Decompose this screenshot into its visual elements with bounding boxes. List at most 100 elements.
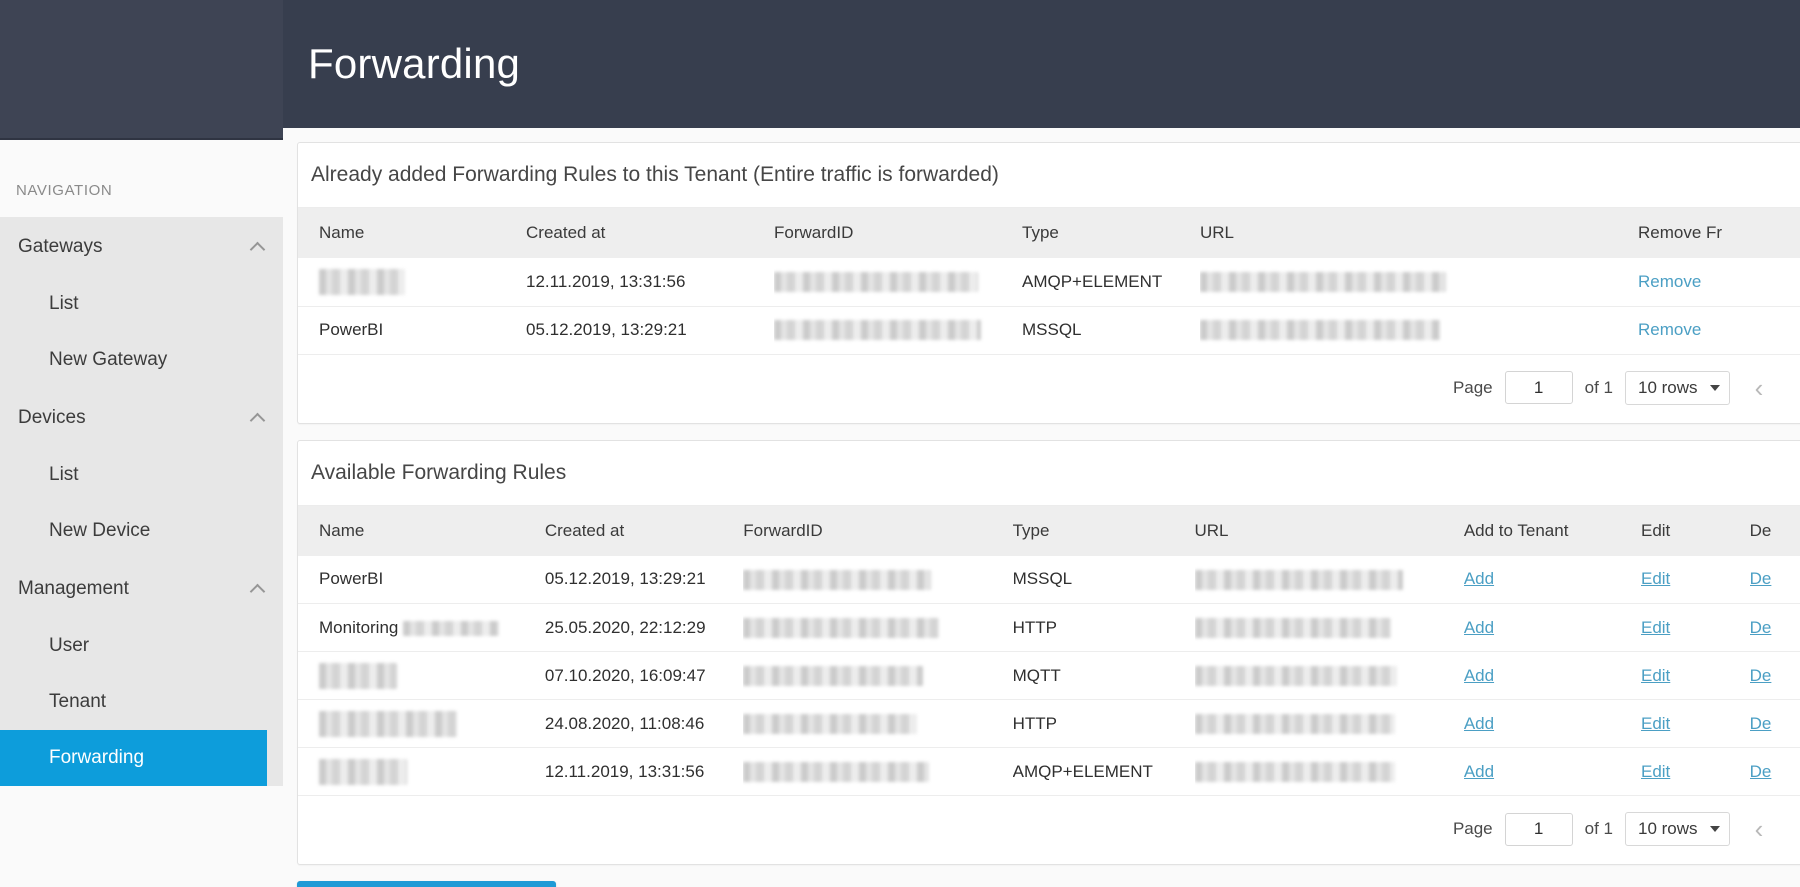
page-label: Page: [1452, 377, 1493, 397]
cell-forward-id: [743, 555, 1013, 604]
sidebar-item-label: User: [49, 635, 90, 656]
chevron-right-icon[interactable]: ›: [1788, 812, 1800, 846]
delete-link[interactable]: De: [1750, 618, 1772, 637]
add-link[interactable]: Add: [1464, 714, 1494, 733]
delete-link[interactable]: De: [1750, 569, 1772, 588]
column-header-type: Type: [1012, 520, 1050, 540]
delete-link[interactable]: De: [1750, 714, 1772, 733]
cell-add: Add: [1463, 603, 1641, 652]
sidebar-brand-panel: [0, 0, 283, 140]
sidebar-group-label: Gateways: [18, 235, 103, 257]
cell-type: MQTT: [1012, 651, 1195, 700]
chevron-up-icon: [251, 240, 265, 254]
sidebar-item-label: List: [49, 464, 79, 485]
sidebar-group-management[interactable]: Management: [0, 559, 283, 618]
available-rules-pagination: Page of 1 10 rows ‹ ›: [298, 796, 1800, 864]
edit-link[interactable]: Edit: [1641, 618, 1670, 637]
remove-link[interactable]: Remove: [1638, 320, 1701, 339]
cell-add: Add: [1463, 555, 1641, 604]
add-link[interactable]: Add: [1464, 618, 1494, 637]
chevron-up-icon: [251, 582, 265, 596]
cell-created-at: 07.10.2020, 16:09:47: [544, 651, 744, 700]
available-rules-table: Name Created at ForwardID Type URL Add t…: [298, 505, 1800, 796]
redacted-name: [319, 268, 405, 295]
sidebar-item-forwarding[interactable]: Forwarding: [0, 730, 267, 786]
sidebar-item-new-gateway[interactable]: New Gateway: [0, 332, 283, 388]
page-total-label: of 1: [1584, 819, 1613, 838]
delete-link[interactable]: De: [1750, 762, 1772, 781]
redacted-forward-id: [743, 617, 940, 638]
sidebar-filler: [0, 786, 283, 887]
cell-url: [1194, 747, 1464, 796]
cell-name: [298, 747, 545, 796]
cell-name: [298, 258, 526, 307]
rows-per-page-select[interactable]: 10 rows: [1625, 812, 1730, 846]
rows-per-page-value: 10 rows: [1638, 377, 1698, 397]
cell-type: MSSQL: [1022, 306, 1200, 355]
chevron-left-icon[interactable]: ‹: [1742, 812, 1776, 846]
sidebar-item-gateways-list[interactable]: List: [0, 276, 283, 332]
remove-link[interactable]: Remove: [1638, 272, 1701, 291]
redacted-name: [319, 710, 457, 737]
sidebar-item-new-device[interactable]: New Device: [0, 503, 283, 559]
available-rules-card: Available Forwarding Rules Name Created …: [297, 439, 1800, 865]
sidebar-nav: Gateways List New Gateway Devices List N…: [0, 217, 283, 786]
edit-link[interactable]: Edit: [1641, 714, 1670, 733]
redacted-name-suffix: [403, 620, 500, 636]
column-header-edit: Edit: [1640, 520, 1671, 540]
chevron-left-icon[interactable]: ‹: [1742, 371, 1776, 405]
sidebar-group-devices[interactable]: Devices: [0, 388, 283, 447]
cell-delete: De: [1749, 603, 1800, 652]
cell-forward-id: [743, 603, 1013, 652]
cell-forward-id: [774, 258, 1022, 307]
redacted-forward-id: [743, 569, 932, 590]
available-rules-title: Available Forwarding Rules: [298, 441, 1800, 506]
cell-forward-id: [743, 747, 1013, 796]
redacted-name: [319, 662, 397, 689]
edit-link[interactable]: Edit: [1641, 569, 1670, 588]
redacted-url: [1200, 320, 1440, 341]
edit-link[interactable]: Edit: [1641, 666, 1670, 685]
column-header-remove: Remove Fr: [1638, 223, 1723, 242]
cell-created-at: 25.05.2020, 22:12:29: [544, 603, 744, 652]
sidebar-item-label: New Gateway: [49, 349, 168, 370]
cell-url: [1194, 555, 1464, 604]
page-number-input[interactable]: [1504, 371, 1573, 404]
cell-edit: Edit: [1640, 555, 1750, 604]
cell-created-at: 24.08.2020, 11:08:46: [544, 699, 744, 748]
sidebar-item-tenant[interactable]: Tenant: [0, 674, 283, 730]
cell-forward-id: [774, 306, 1022, 355]
rows-per-page-select[interactable]: 10 rows: [1625, 370, 1730, 405]
cell-forward-id: [743, 651, 1013, 700]
redacted-forward-id: [743, 761, 930, 782]
column-header-name: Name: [319, 223, 365, 242]
column-header-created-at: Created at: [526, 223, 606, 242]
page-title: Forwarding: [308, 40, 521, 87]
redacted-name: [319, 758, 407, 785]
cell-name: PowerBI: [298, 555, 545, 604]
delete-link[interactable]: De: [1750, 666, 1772, 685]
sidebar-item-user[interactable]: User: [0, 618, 283, 674]
add-link[interactable]: Add: [1464, 666, 1494, 685]
page-number-input[interactable]: [1504, 812, 1573, 846]
add-new-forward-rule-button[interactable]: + ADD NEW FORWARD RULE: [297, 881, 556, 887]
table-row: Monitoring 25.05.2020, 22:12:29 HTTP Add…: [298, 603, 1800, 652]
redacted-url: [1194, 665, 1397, 686]
chevron-right-icon[interactable]: ›: [1788, 371, 1800, 405]
cell-type: MSSQL: [1012, 555, 1195, 604]
add-link[interactable]: Add: [1464, 569, 1494, 588]
cell-url: [1200, 258, 1638, 307]
main-area: Forwarding Already added Forwarding Rule…: [283, 0, 1800, 887]
navigation-section-label: NAVIGATION: [0, 140, 283, 217]
add-link[interactable]: Add: [1464, 762, 1494, 781]
sidebar-group-gateways[interactable]: Gateways: [0, 217, 283, 276]
edit-link[interactable]: Edit: [1641, 762, 1670, 781]
cell-url: [1194, 699, 1464, 748]
cell-name: PowerBI: [298, 306, 526, 355]
redacted-url: [1194, 569, 1403, 590]
cell-name: [298, 699, 545, 748]
sidebar-item-devices-list[interactable]: List: [0, 447, 283, 503]
chevron-down-icon: [1710, 384, 1720, 391]
sidebar-group-label: Devices: [18, 406, 86, 428]
cell-add: Add: [1463, 747, 1641, 796]
